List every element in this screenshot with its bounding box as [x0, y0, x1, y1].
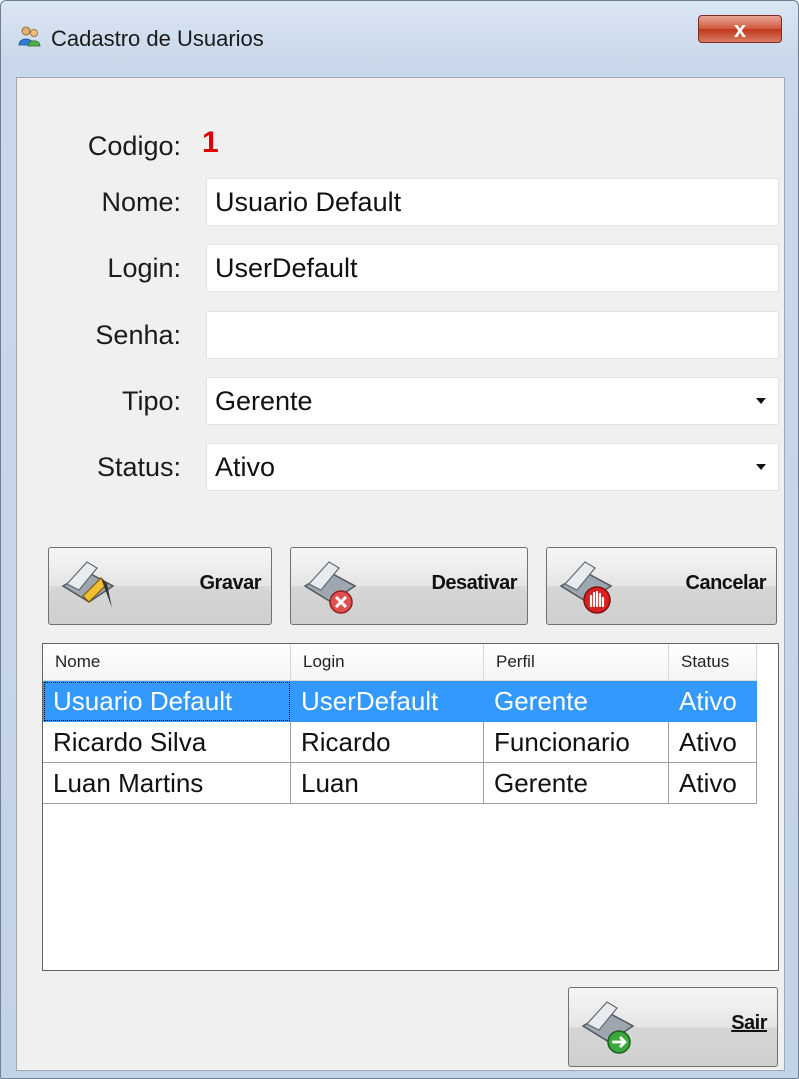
- desativar-button[interactable]: Desativar: [290, 547, 528, 625]
- status-label: Status:: [96, 452, 181, 482]
- users-table: Nome Login Perfil Status Usuario Default…: [43, 644, 757, 804]
- cancelar-hand-icon: [559, 561, 613, 614]
- column-header-status[interactable]: Status: [668, 644, 757, 681]
- cell-login[interactable]: Luan: [290, 762, 484, 804]
- login-label: Login:: [107, 253, 181, 283]
- tipo-selected-value: Gerente: [215, 386, 313, 416]
- desativar-icon: [303, 561, 357, 614]
- column-header-perfil[interactable]: Perfil: [483, 644, 669, 681]
- table-row[interactable]: Ricardo Silva Ricardo Funcionario Ativo: [43, 721, 757, 763]
- dropdown-arrow-icon[interactable]: [756, 398, 766, 404]
- gravar-pencil-icon: [61, 561, 115, 608]
- app-window: Cadastro de Usuarios x Codigo: 1 Nome: L…: [0, 0, 799, 1079]
- users-app-icon: [18, 26, 41, 47]
- cell-nome[interactable]: Ricardo Silva: [43, 721, 291, 763]
- gravar-button[interactable]: Gravar: [48, 547, 272, 625]
- cell-status[interactable]: Ativo: [668, 762, 757, 804]
- close-icon: x: [733, 17, 747, 42]
- tipo-label: Tipo:: [121, 386, 181, 416]
- cell-login[interactable]: Ricardo: [290, 721, 484, 763]
- sair-arrow-icon: [581, 1001, 635, 1054]
- window-title: Cadastro de Usuarios: [51, 26, 264, 51]
- sair-label: Sair: [731, 1012, 767, 1034]
- title-bar[interactable]: Cadastro de Usuarios x: [1, 1, 798, 77]
- table-row[interactable]: Usuario Default UserDefault Gerente Ativ…: [43, 680, 757, 722]
- cell-perfil[interactable]: Funcionario: [483, 721, 669, 763]
- desativar-label: Desativar: [431, 572, 517, 594]
- cell-nome[interactable]: Luan Martins: [43, 762, 291, 804]
- login-input[interactable]: [206, 244, 779, 292]
- users-grid[interactable]: Nome Login Perfil Status Usuario Default…: [42, 643, 779, 971]
- nome-label: Nome:: [101, 187, 181, 217]
- column-header-nome[interactable]: Nome: [43, 644, 291, 681]
- status-select[interactable]: Ativo: [206, 443, 779, 491]
- codigo-value: 1: [202, 126, 219, 159]
- senha-label: Senha:: [95, 320, 181, 350]
- tipo-select[interactable]: Gerente: [206, 377, 779, 425]
- cell-status[interactable]: Ativo: [668, 721, 757, 763]
- close-button[interactable]: x: [698, 15, 782, 43]
- column-header-login[interactable]: Login: [290, 644, 484, 681]
- cell-perfil[interactable]: Gerente: [483, 680, 669, 722]
- grid-header-row: Nome Login Perfil Status: [43, 644, 757, 681]
- cell-perfil[interactable]: Gerente: [483, 762, 669, 804]
- cell-login[interactable]: UserDefault: [290, 680, 484, 722]
- gravar-label: Gravar: [199, 572, 262, 594]
- cancelar-label: Cancelar: [685, 572, 767, 594]
- sair-button[interactable]: Sair: [568, 987, 778, 1067]
- senha-input[interactable]: [206, 311, 779, 359]
- table-row[interactable]: Luan Martins Luan Gerente Ativo: [43, 762, 757, 804]
- cell-status[interactable]: Ativo: [668, 680, 757, 722]
- cancelar-button[interactable]: Cancelar: [546, 547, 777, 625]
- codigo-label: Codigo:: [87, 131, 181, 161]
- nome-input[interactable]: [206, 178, 779, 226]
- dropdown-arrow-icon[interactable]: [756, 464, 766, 470]
- status-selected-value: Ativo: [215, 452, 276, 482]
- cell-nome[interactable]: Usuario Default: [43, 680, 291, 722]
